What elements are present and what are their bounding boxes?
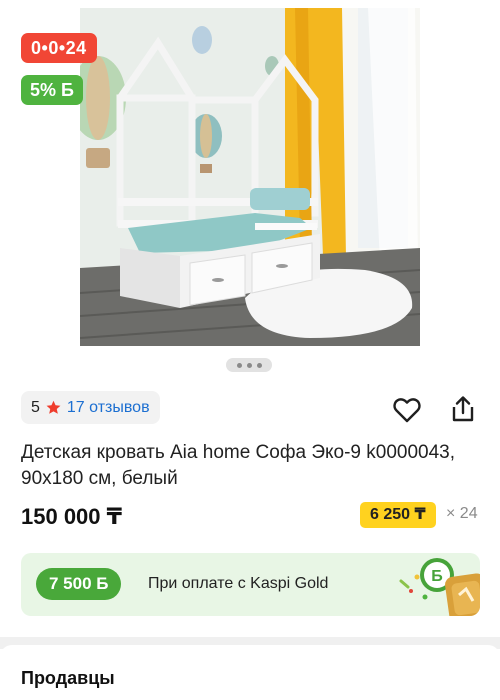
pager-dot	[256, 362, 262, 368]
favorite-button[interactable]	[390, 393, 424, 427]
sellers-heading: Продавцы	[21, 668, 115, 688]
bonus-percent-badge: 5% Б	[21, 75, 83, 105]
kaspi-gold-bonus-banner[interactable]: 7 500 Б При оплате с Kaspi Gold Б	[21, 553, 480, 616]
rating-score: 5	[31, 398, 40, 416]
rating-reviews-chip[interactable]: 5 17 отзывов	[21, 391, 160, 424]
gallery-pager[interactable]	[226, 358, 272, 372]
pager-dot	[236, 362, 242, 368]
kaspi-gold-card-illustration: Б	[399, 558, 480, 616]
share-button[interactable]	[446, 392, 480, 426]
svg-text:Б: Б	[431, 568, 443, 585]
product-price: 150 000 ₸	[21, 504, 122, 529]
installment-badge: 0•0•24	[21, 33, 97, 63]
product-gallery[interactable]: 0•0•24 5% Б	[0, 0, 500, 380]
monthly-payment-badge: 6 250 ₸	[360, 502, 436, 528]
heart-icon	[393, 398, 421, 423]
pager-dot	[246, 362, 252, 368]
star-icon	[46, 400, 61, 414]
installment-months: × 24	[446, 505, 478, 522]
reviews-link[interactable]: 17 отзывов	[67, 399, 150, 417]
share-icon	[452, 396, 474, 422]
gold-bonus-text: При оплате с Kaspi Gold	[148, 575, 329, 592]
gold-bonus-amount: 7 500 Б	[36, 568, 122, 600]
product-title: Детская кровать Aia home Софа Эко-9 k000…	[21, 442, 455, 489]
product-photo[interactable]	[80, 8, 420, 346]
